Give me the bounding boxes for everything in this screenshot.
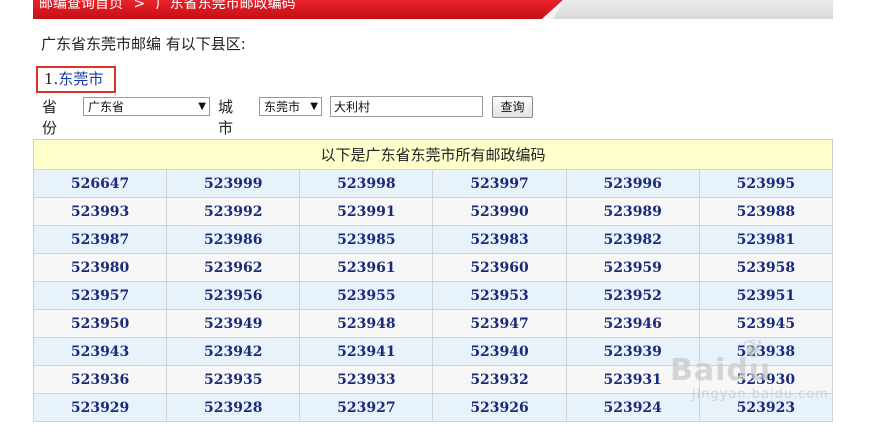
intro-text: 广东省东莞市邮编 有以下县区: [41,35,246,53]
table-row: 523993 523992 523991 523990 523989 523988 [32,197,834,226]
postal-code-link[interactable]: 523962 [166,253,301,282]
postal-code-link[interactable]: 523943 [32,337,168,366]
table-header-row: 以下是广东省东莞市所有邮政编码 [33,139,833,170]
province-select[interactable]: 广东省 ▼ [83,97,210,116]
postal-code-link[interactable]: 523936 [32,365,168,394]
postal-code-link[interactable]: 523940 [432,337,567,366]
postal-code-link[interactable]: 523947 [432,309,567,338]
postal-code-link[interactable]: 523988 [698,197,834,226]
table-row: 523957 523956 523955 523953 523952 523951 [32,281,834,310]
province-label: 省份 [42,98,58,137]
chevron-down-icon: ▼ [310,101,318,112]
postal-code-link[interactable]: 523986 [166,225,301,254]
postal-code-link[interactable]: 526647 [32,169,168,198]
postal-code-link[interactable]: 523990 [432,197,567,226]
table-row: 523980 523962 523961 523960 523959 523958 [32,253,834,282]
city-select-value: 东莞市 [264,100,301,114]
city-label: 城市 [218,98,234,137]
county-index: 1. [44,70,59,88]
postal-code-link[interactable]: 523999 [166,169,301,198]
postal-code-link[interactable]: 523933 [299,365,434,394]
watermark-sub: jingyan.baidu.com [692,387,829,402]
postal-code-link[interactable]: 523956 [166,281,301,310]
postal-code-link[interactable]: 523929 [32,393,168,422]
chevron-down-icon: ▼ [198,101,206,112]
postal-code-link[interactable]: 523945 [698,309,834,338]
table-row: 523987 523986 523985 523983 523982 523981 [32,225,834,254]
county-link-label[interactable]: 东莞市 [58,70,103,88]
baidu-watermark: ❦ Baidu jingyan.baidu.com [670,335,830,405]
postal-code-link[interactable]: 523957 [32,281,168,310]
top-banner: 邮编查询首页 > 广东省东莞市邮政编码 [33,0,833,19]
county-item-dongguan[interactable]: 1.东莞市 [44,68,103,89]
postal-code-link[interactable]: 523953 [432,281,567,310]
postal-code-link[interactable]: 523997 [432,169,567,198]
breadcrumb: 邮编查询首页 > 广东省东莞市邮政编码 [39,0,296,14]
postal-code-link[interactable]: 523992 [166,197,301,226]
breadcrumb-current: 广东省东莞市邮政编码 [155,0,296,12]
postal-code-link[interactable]: 523981 [698,225,834,254]
watermark-brand: Baidu [670,353,772,388]
postal-code-link[interactable]: 523928 [166,393,301,422]
postal-code-link[interactable]: 523935 [166,365,301,394]
postal-code-link[interactable]: 523985 [299,225,434,254]
postal-code-link[interactable]: 523927 [299,393,434,422]
breadcrumb-separator: > [133,0,146,12]
postal-code-link[interactable]: 523996 [565,169,700,198]
postal-code-link[interactable]: 523932 [432,365,567,394]
query-button[interactable]: 查询 [492,96,533,118]
postal-code-link[interactable]: 523998 [299,169,434,198]
postal-code-link[interactable]: 523951 [698,281,834,310]
postal-code-link[interactable]: 523958 [698,253,834,282]
postal-code-link[interactable]: 523983 [432,225,567,254]
postal-code-link[interactable]: 523980 [32,253,168,282]
postal-code-link[interactable]: 523993 [32,197,168,226]
postal-code-link[interactable]: 523961 [299,253,434,282]
postal-code-link[interactable]: 523960 [432,253,567,282]
postal-code-link[interactable]: 523950 [32,309,168,338]
banner-gray-section [553,0,833,19]
province-select-value: 广东省 [88,100,125,114]
postal-code-link[interactable]: 523955 [299,281,434,310]
postal-code-link[interactable]: 523995 [698,169,834,198]
table-title: 以下是广东省东莞市所有邮政编码 [33,139,833,170]
postal-code-link[interactable]: 523941 [299,337,434,366]
postal-code-link[interactable]: 523949 [166,309,301,338]
postal-code-link[interactable]: 523987 [32,225,168,254]
postal-code-link[interactable]: 523946 [565,309,700,338]
postal-code-link[interactable]: 523982 [565,225,700,254]
postal-code-link[interactable]: 523942 [166,337,301,366]
keyword-input-value: 大利村 [334,100,371,114]
table-row: 523950 523949 523948 523947 523946 523945 [32,309,834,338]
table-row: 526647 523999 523998 523997 523996 523995 [32,169,834,198]
postal-code-link[interactable]: 523948 [299,309,434,338]
postal-code-link[interactable]: 523926 [432,393,567,422]
keyword-input[interactable]: 大利村 [330,96,483,117]
city-select[interactable]: 东莞市 ▼ [259,97,322,116]
postal-code-link[interactable]: 523952 [565,281,700,310]
postal-code-link[interactable]: 523991 [299,197,434,226]
postal-code-link[interactable]: 523989 [565,197,700,226]
breadcrumb-home-link[interactable]: 邮编查询首页 [39,0,123,12]
postal-code-link[interactable]: 523959 [565,253,700,282]
